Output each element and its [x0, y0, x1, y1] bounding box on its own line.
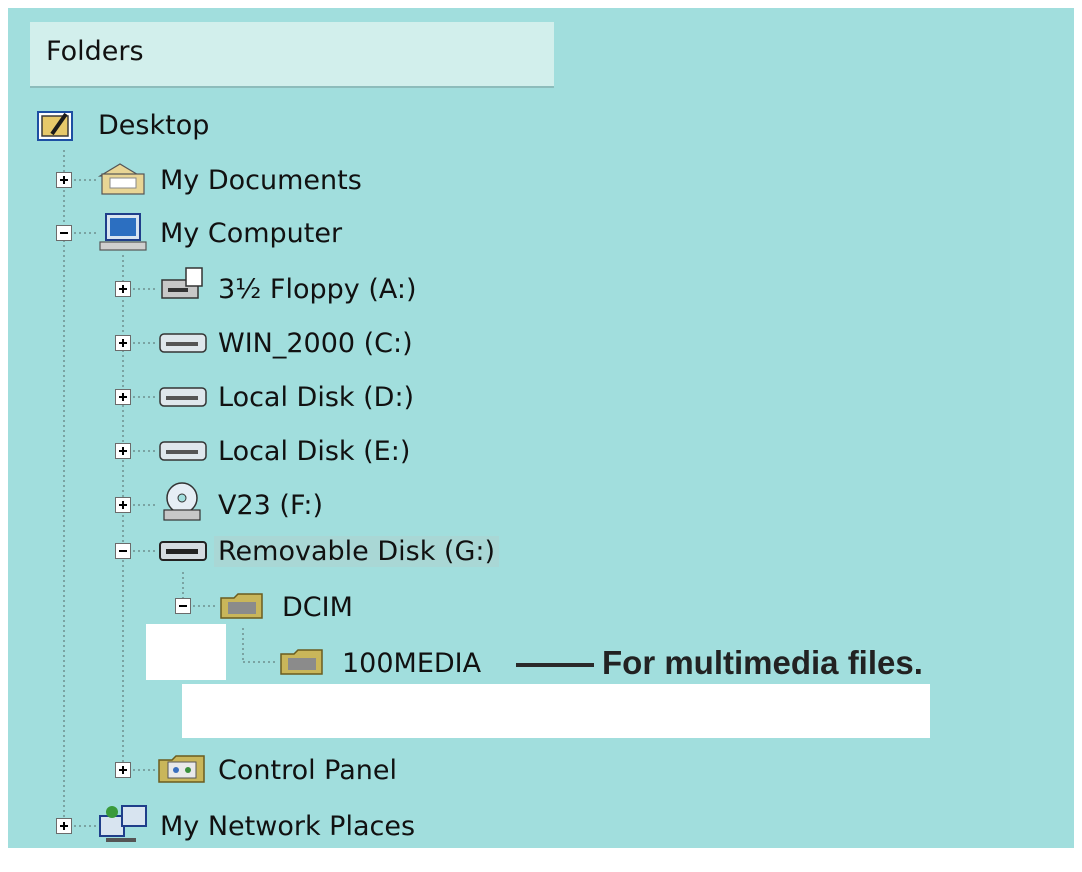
hard-drive-icon [159, 441, 207, 461]
expand-control-panel-button[interactable] [115, 762, 131, 778]
tree-item-win2000[interactable]: WIN_2000 (C:) [214, 320, 417, 366]
tree-item-label: Local Disk (D:) [218, 381, 415, 413]
tree-item-100media[interactable]: 100MEDIA [338, 640, 485, 686]
mask-box [146, 624, 226, 680]
tree-item-v23[interactable]: V23 (F:) [214, 482, 327, 528]
tree-item-dcim[interactable]: DCIM [278, 584, 357, 630]
expand-my-documents-button[interactable] [56, 172, 72, 188]
folder-icon [280, 649, 323, 675]
tree-item-control-panel[interactable]: Control Panel [214, 747, 401, 793]
tree-item-my-computer[interactable]: My Computer [156, 210, 346, 256]
tree-item-local-disk-e[interactable]: Local Disk (E:) [214, 428, 414, 474]
tree-item-label: 100MEDIA [342, 647, 482, 679]
tree-item-desktop[interactable]: Desktop [94, 102, 213, 148]
tree-item-label: WIN_2000 (C:) [218, 327, 413, 359]
expand-v23-button[interactable] [115, 497, 131, 513]
tree-item-label: My Network Places [160, 810, 416, 842]
tree-item-label: V23 (F:) [218, 489, 324, 521]
tree-item-my-documents[interactable]: My Documents [156, 157, 366, 203]
tree-item-label: My Computer [160, 217, 343, 249]
folder-icon [220, 593, 263, 619]
tree-item-floppy[interactable]: 3½ Floppy (A:) [214, 266, 420, 312]
hard-drive-icon [159, 333, 207, 353]
control-panel-icon [158, 755, 205, 783]
tree-item-label: Removable Disk (G:) [214, 535, 500, 567]
expand-floppy-button[interactable] [115, 281, 131, 297]
expand-local-disk-d-button[interactable] [115, 389, 131, 405]
annotation-pointer-line [516, 663, 594, 667]
expand-win2000-button[interactable] [115, 335, 131, 351]
hard-drive-icon [159, 387, 207, 407]
mask-box [182, 684, 930, 738]
tree-item-network-places[interactable]: My Network Places [156, 803, 419, 849]
collapse-dcim-button[interactable] [175, 598, 191, 614]
annotation-text: For multimedia files. [602, 644, 923, 681]
removable-drive-icon [159, 541, 207, 561]
expand-local-disk-e-button[interactable] [115, 443, 131, 459]
tree-item-label: My Documents [160, 164, 362, 196]
expand-network-places-button[interactable] [56, 818, 72, 834]
tree-item-label: Local Disk (E:) [218, 435, 411, 467]
tree-item-local-disk-d[interactable]: Local Disk (D:) [214, 374, 418, 420]
desktop-icon [37, 111, 73, 141]
my-computer-icon [99, 213, 147, 251]
collapse-my-computer-button[interactable] [56, 225, 72, 241]
collapse-removable-disk-button[interactable] [115, 543, 131, 559]
my-documents-icon [97, 163, 145, 195]
floppy-drive-icon [161, 267, 203, 299]
tree-item-label: 3½ Floppy (A:) [218, 273, 417, 305]
tree-item-removable-disk[interactable]: Removable Disk (G:) [214, 528, 500, 574]
cd-drive-icon [163, 482, 201, 521]
tree-item-label: Control Panel [218, 754, 398, 786]
tree-item-label: DCIM [282, 591, 353, 623]
network-places-icon [99, 805, 147, 842]
tree-item-label: Desktop [98, 109, 210, 141]
